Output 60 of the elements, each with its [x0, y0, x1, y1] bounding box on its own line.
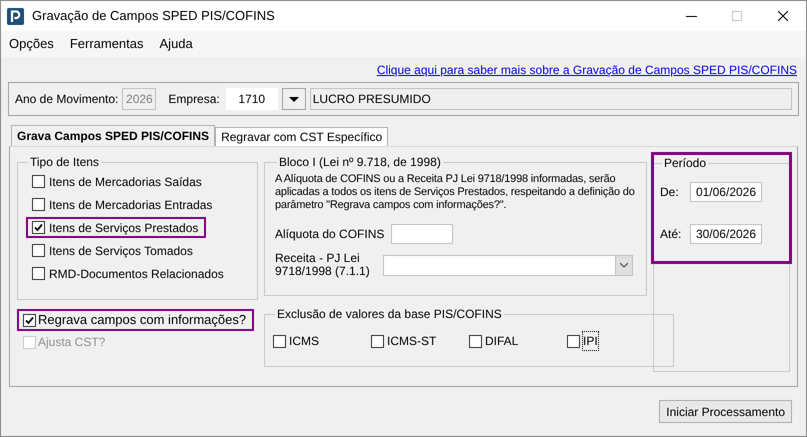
checkbox-label: DIFAL — [484, 333, 520, 350]
field-label: Até: — [660, 226, 682, 243]
field-label: De: — [660, 184, 680, 201]
checkbox[interactable] — [272, 334, 286, 348]
field-label: Empresa: — [168, 91, 220, 108]
checkbox[interactable] — [468, 334, 482, 348]
checkbox-label: Itens de Serviços Prestados — [49, 220, 198, 236]
caret-icon — [288, 96, 299, 102]
close-icon — [778, 11, 788, 21]
checkbox-row[interactable]: Itens de Serviços Prestados — [26, 217, 206, 238]
group-title: Tipo de Itens — [30, 155, 99, 169]
date-field[interactable]: 30/06/2026 — [690, 224, 762, 244]
checkmark-icon — [34, 223, 43, 232]
description-text: A Alíquota de COFINS ou a Receita PJ Lei 9718/1998 informadas, serão aplicadas a todos os itens de Serviços Prestados, respeitando a definição do parâmetro "Regrava campos com informações?". — [274, 173, 636, 212]
checkbox[interactable] — [23, 314, 36, 326]
checkbox-label: ICMS-ST — [386, 333, 438, 350]
group-title: Exclusão de valores da base PIS/COFINS — [276, 307, 502, 321]
checkbox[interactable] — [32, 244, 45, 257]
checkbox[interactable] — [370, 334, 384, 348]
field-label: Receita - PJ Lei 9718/1998 (7.1.1) — [274, 252, 371, 278]
start-button[interactable]: Iniciar Processamento — [659, 400, 792, 423]
company-name-field: LUCRO PRESUMIDO — [310, 88, 792, 110]
dropdown-button[interactable] — [614, 256, 632, 274]
dropdown-button[interactable] — [282, 88, 306, 110]
checkmark-icon — [25, 316, 34, 324]
checkbox-label: Itens de Mercadorias Entradas — [49, 196, 212, 214]
group-title: Período — [664, 156, 706, 170]
checkbox[interactable] — [566, 334, 580, 348]
tab[interactable]: Grava Campos SPED PIS/COFINS — [11, 125, 216, 146]
chevron-down-icon — [620, 262, 628, 268]
checkbox-row[interactable]: Itens de Mercadorias Saídas — [26, 171, 210, 192]
checkbox-row[interactable]: Itens de Mercadorias Entradas — [26, 194, 220, 215]
checkbox-row[interactable]: RMD-Documentos Relacionados — [26, 263, 232, 284]
aliquota-field[interactable] — [390, 224, 453, 244]
field-label: Alíquota do COFINS — [274, 226, 383, 243]
menu-item[interactable]: Ajuda — [160, 34, 193, 54]
company-code-field[interactable]: 1710 — [226, 88, 278, 110]
checkbox-label: Ajusta CST? — [38, 334, 106, 351]
checkbox-row[interactable]: Itens de Serviços Tomados — [26, 240, 201, 261]
checkbox-row[interactable]: Regrava campos com informações? — [17, 309, 254, 331]
checkbox-label: ICMS — [288, 333, 320, 350]
checkbox[interactable] — [32, 267, 45, 280]
checkbox[interactable] — [32, 198, 45, 211]
window-title: Gravação de Campos SPED PIS/COFINS — [32, 7, 275, 26]
date-field[interactable]: 01/06/2026 — [690, 182, 762, 202]
checkbox-label: Itens de Serviços Tomados — [49, 242, 193, 260]
checkbox-label: IPI — [582, 331, 599, 351]
help-link[interactable]: Clique aqui para saber mais sobre a Gravação de Campos SPED PIS/COFINS — [376, 61, 797, 82]
menu-item[interactable]: Ferramentas — [70, 34, 144, 54]
menu-item[interactable]: Opções — [9, 34, 54, 54]
checkbox-label: Itens de Mercadorias Saídas — [49, 174, 202, 190]
checkbox[interactable] — [32, 175, 45, 188]
group-title: Bloco I (Lei nº 9.718, de 1998) — [278, 155, 441, 169]
maximize-icon — [732, 11, 742, 21]
app-logo-icon — [7, 8, 24, 24]
checkbox-label: Regrava campos com informações? — [38, 311, 246, 330]
tab[interactable]: Regravar com CST Específico — [215, 127, 388, 146]
field-label: Ano de Movimento: — [15, 91, 118, 108]
checkbox[interactable] — [32, 221, 45, 234]
checkbox-label: RMD-Documentos Relacionados — [49, 266, 224, 282]
